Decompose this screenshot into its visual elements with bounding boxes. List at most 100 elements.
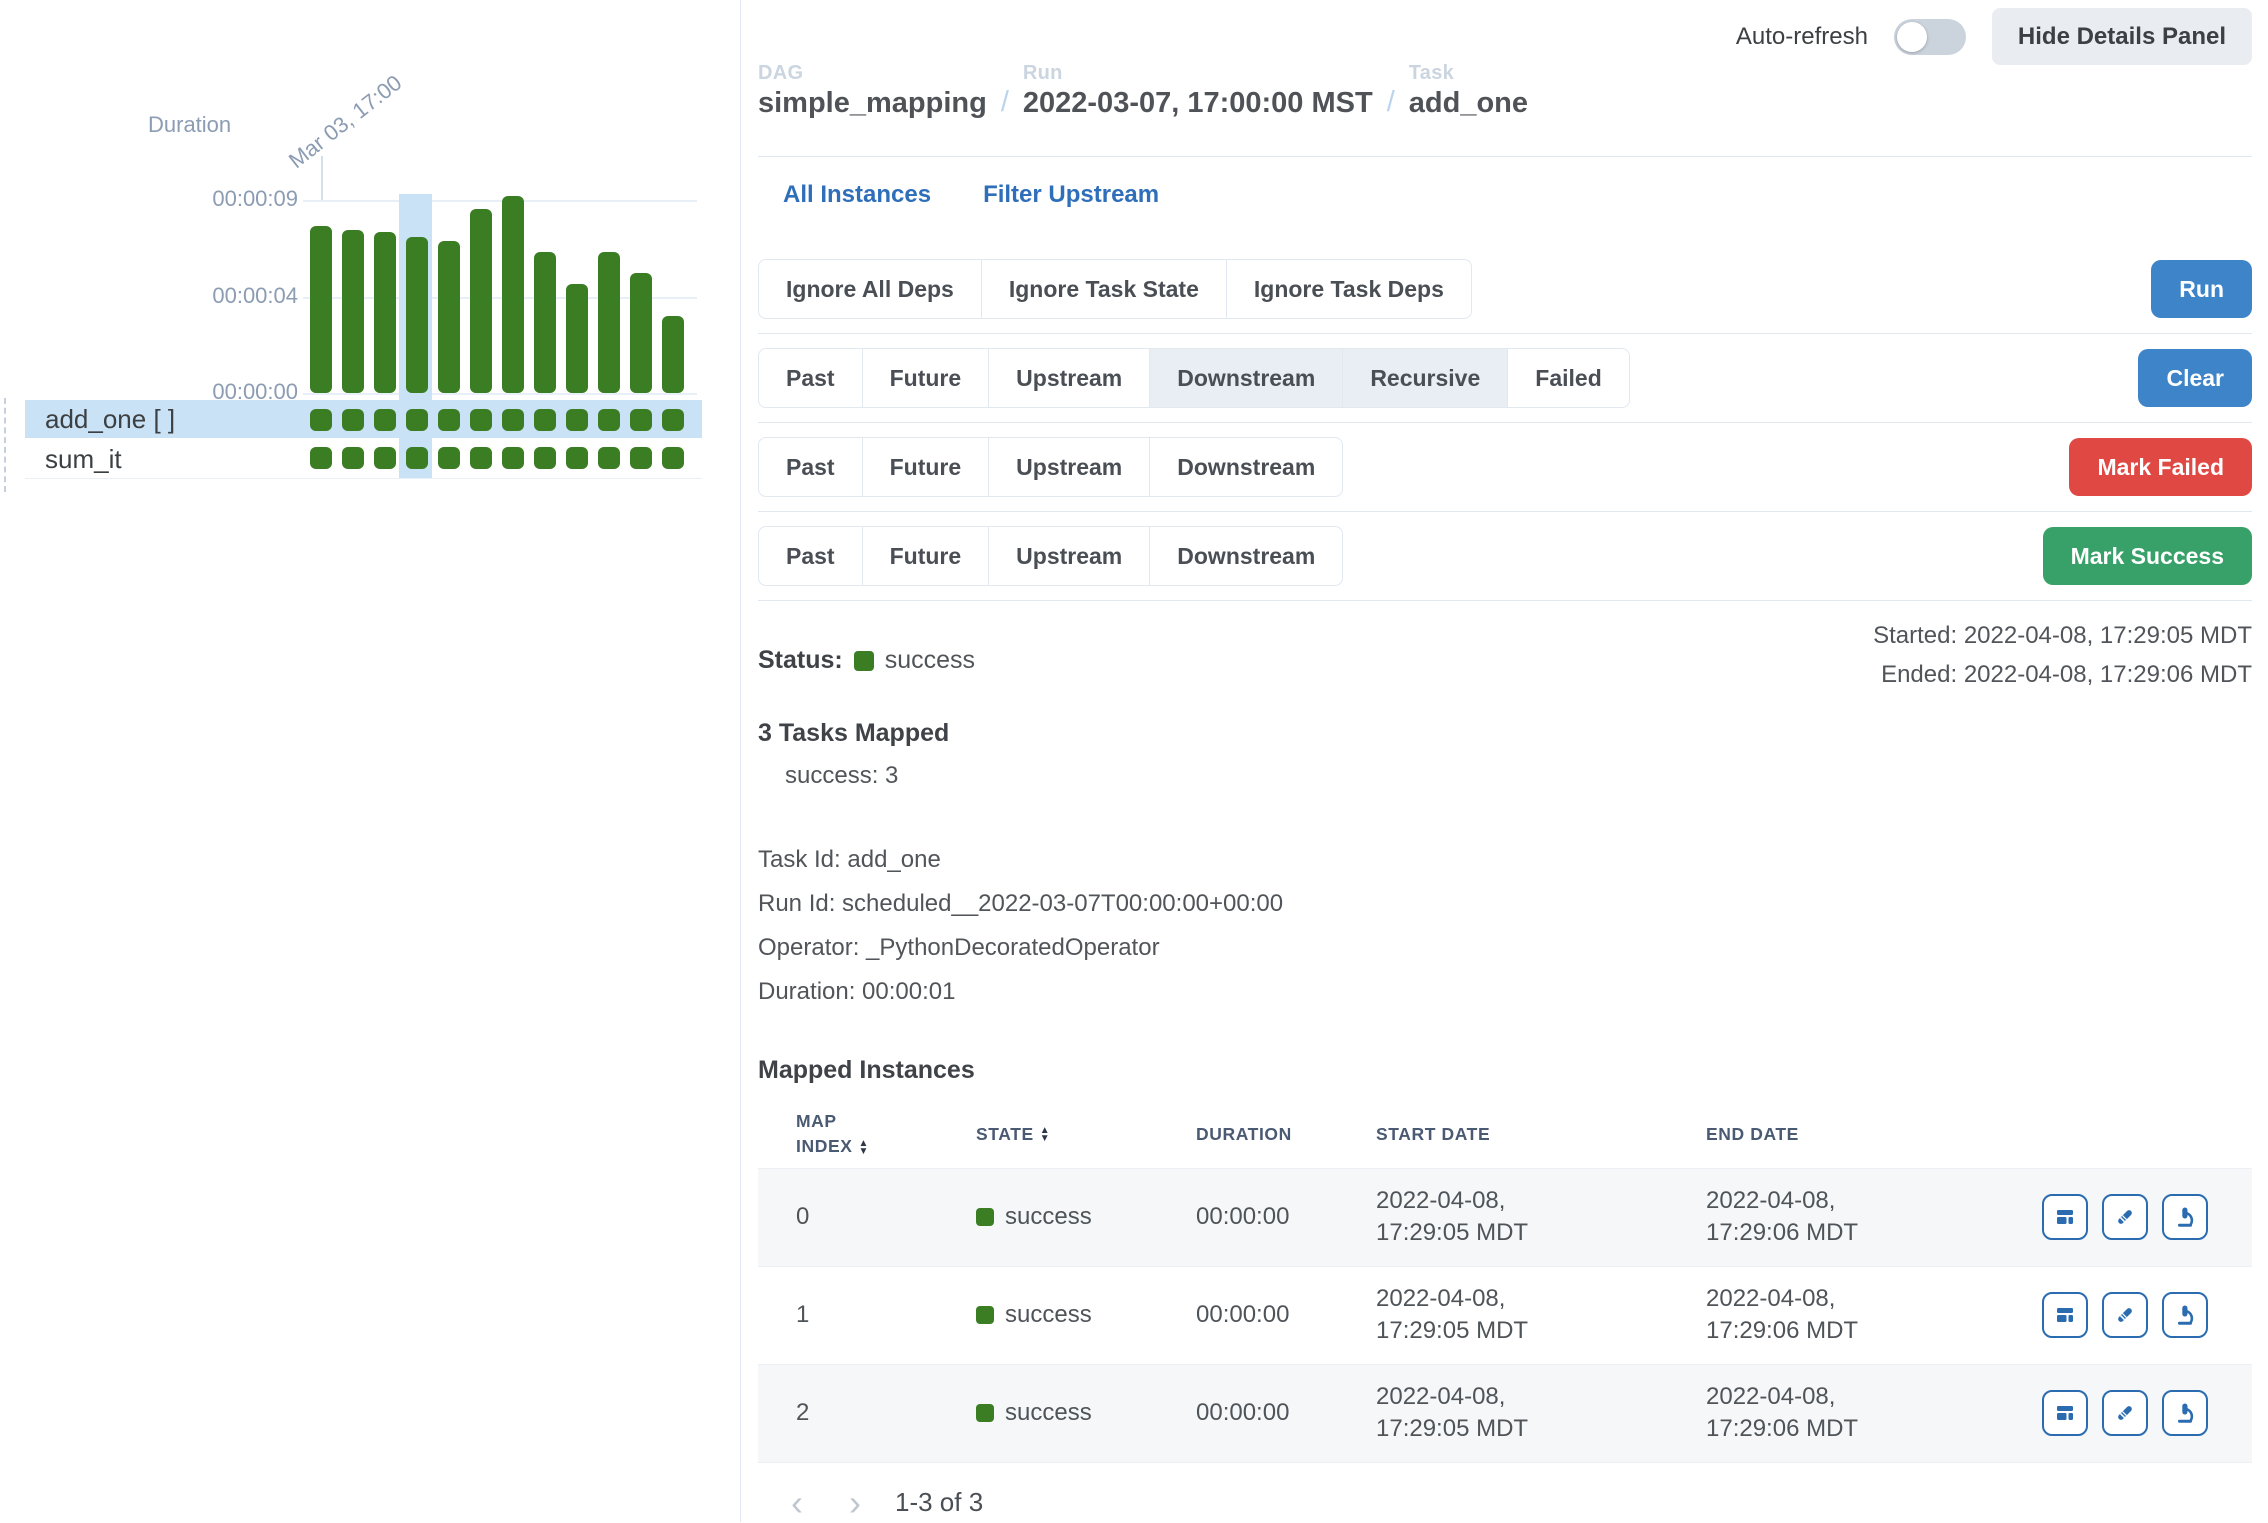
mapped-instance-row[interactable]: 2 success 00:00:00 2022-04-08, 17:29:05 …	[758, 1365, 2252, 1463]
grid-view-icon	[2053, 1401, 2077, 1425]
state-label: success	[1005, 1301, 1092, 1329]
grid-details-button[interactable]	[2042, 1292, 2088, 1338]
duration-bar[interactable]	[310, 226, 332, 393]
run-value[interactable]: 2022-03-07, 17:00:00 MST	[1023, 87, 1373, 120]
duration-bar[interactable]	[470, 209, 492, 393]
task-instance-square[interactable]	[502, 409, 524, 431]
microscope-button[interactable]	[2162, 1390, 2208, 1436]
option-upstream[interactable]: Upstream	[988, 437, 1150, 497]
auto-refresh-toggle[interactable]	[1894, 19, 1966, 55]
log-icon	[2113, 1205, 2137, 1229]
breadcrumb: DAG simple_mapping / Run 2022-03-07, 17:…	[758, 62, 2252, 120]
task-value[interactable]: add_one	[1409, 87, 1528, 120]
duration-bar[interactable]	[374, 232, 396, 393]
map-index-cell: 1	[758, 1301, 976, 1329]
duration-bar[interactable]	[662, 316, 684, 393]
task-instance-square[interactable]	[598, 409, 620, 431]
end-date-cell: 2022-04-08, 17:29:06 MDT	[1706, 1283, 1891, 1348]
task-instance-square[interactable]	[534, 447, 556, 469]
grid-details-button[interactable]	[2042, 1194, 2088, 1240]
option-failed[interactable]: Failed	[1507, 348, 1629, 408]
option-downstream[interactable]: Downstream	[1149, 348, 1343, 408]
microscope-button[interactable]	[2162, 1292, 2208, 1338]
option-past[interactable]: Past	[758, 437, 863, 497]
option-downstream[interactable]: Downstream	[1149, 526, 1343, 586]
task-instance-square[interactable]	[406, 447, 428, 469]
task-instance-square[interactable]	[534, 409, 556, 431]
option-downstream[interactable]: Downstream	[1149, 437, 1343, 497]
success-status-square	[854, 651, 874, 671]
option-future[interactable]: Future	[862, 437, 990, 497]
log-button[interactable]	[2102, 1292, 2148, 1338]
hide-details-panel-button[interactable]: Hide Details Panel	[1992, 8, 2252, 65]
duration-bar[interactable]	[502, 196, 524, 393]
mark-failed-button[interactable]: Mark Failed	[2069, 438, 2252, 496]
option-future[interactable]: Future	[862, 348, 990, 408]
task-instance-square[interactable]	[598, 447, 620, 469]
task-instance-square[interactable]	[310, 447, 332, 469]
duration-bar[interactable]	[342, 230, 364, 393]
microscope-button[interactable]	[2162, 1194, 2208, 1240]
option-upstream[interactable]: Upstream	[988, 526, 1150, 586]
duration-bar[interactable]	[406, 237, 428, 393]
log-button[interactable]	[2102, 1194, 2148, 1240]
sort-icon[interactable]: ▲▼	[858, 1140, 869, 1156]
tab-all-instances[interactable]: All Instances	[783, 181, 931, 209]
task-instance-square[interactable]	[470, 447, 492, 469]
task-row-label-add-one[interactable]: add_one [ ]	[45, 400, 175, 438]
task-instance-square[interactable]	[406, 409, 428, 431]
option-ignore-task-deps[interactable]: Ignore Task Deps	[1226, 259, 1472, 319]
task-instance-square[interactable]	[470, 409, 492, 431]
breadcrumb-dag: DAG simple_mapping	[758, 62, 987, 120]
table-header: Map Index▲▼ State▲▼ Duration Start Date …	[758, 1101, 2252, 1169]
task-instance-square[interactable]	[342, 409, 364, 431]
mark-success-button[interactable]: Mark Success	[2043, 527, 2252, 585]
clear-button[interactable]: Clear	[2138, 349, 2252, 407]
option-past[interactable]: Past	[758, 348, 863, 408]
task-row-label-sum-it[interactable]: sum_it	[45, 440, 122, 478]
task-instance-square[interactable]	[438, 409, 460, 431]
duration-bar[interactable]	[598, 252, 620, 393]
task-instance-square[interactable]	[566, 447, 588, 469]
tasks-mapped-title: 3 Tasks Mapped	[758, 719, 2252, 748]
end-date-cell: 2022-04-08, 17:29:06 MDT	[1706, 1185, 1891, 1250]
col-state[interactable]: State▲▼	[976, 1124, 1196, 1145]
clear-options-row: PastFutureUpstreamDownstreamRecursiveFai…	[758, 334, 2252, 423]
dag-value[interactable]: simple_mapping	[758, 87, 987, 120]
option-future[interactable]: Future	[862, 526, 990, 586]
mapped-instance-row[interactable]: 0 success 00:00:00 2022-04-08, 17:29:05 …	[758, 1169, 2252, 1267]
run-button[interactable]: Run	[2151, 260, 2252, 318]
col-map-index[interactable]: Map Index▲▼	[758, 1109, 898, 1160]
option-ignore-all-deps[interactable]: Ignore All Deps	[758, 259, 982, 319]
option-past[interactable]: Past	[758, 526, 863, 586]
task-instance-square[interactable]	[566, 409, 588, 431]
duration-bar[interactable]	[630, 273, 652, 393]
task-instance-square[interactable]	[342, 447, 364, 469]
mapped-instance-row[interactable]: 1 success 00:00:00 2022-04-08, 17:29:05 …	[758, 1267, 2252, 1365]
option-ignore-task-state[interactable]: Ignore Task State	[981, 259, 1227, 319]
option-recursive[interactable]: Recursive	[1342, 348, 1508, 408]
task-instance-square[interactable]	[662, 447, 684, 469]
option-upstream[interactable]: Upstream	[988, 348, 1150, 408]
log-button[interactable]	[2102, 1390, 2148, 1436]
sort-icon[interactable]: ▲▼	[1040, 1127, 1051, 1143]
breadcrumb-divider	[758, 156, 2252, 157]
task-instance-square[interactable]	[374, 409, 396, 431]
task-instance-square[interactable]	[374, 447, 396, 469]
task-instance-square[interactable]	[310, 409, 332, 431]
grid-details-button[interactable]	[2042, 1390, 2088, 1436]
clear-options-group: PastFutureUpstreamDownstreamRecursiveFai…	[758, 348, 1630, 408]
task-instance-square[interactable]	[502, 447, 524, 469]
task-instance-square[interactable]	[438, 447, 460, 469]
duration-bar[interactable]	[566, 284, 588, 393]
next-page-button[interactable]: ›	[849, 1485, 861, 1521]
task-instance-square[interactable]	[630, 409, 652, 431]
prev-page-button[interactable]: ‹	[791, 1485, 803, 1521]
run-date-tick-mark	[321, 156, 323, 200]
task-instance-square[interactable]	[630, 447, 652, 469]
duration-bar[interactable]	[534, 252, 556, 393]
task-instance-square[interactable]	[662, 409, 684, 431]
tab-filter-upstream[interactable]: Filter Upstream	[983, 181, 1159, 209]
duration-bar[interactable]	[438, 241, 460, 393]
success-state-square	[976, 1404, 994, 1422]
